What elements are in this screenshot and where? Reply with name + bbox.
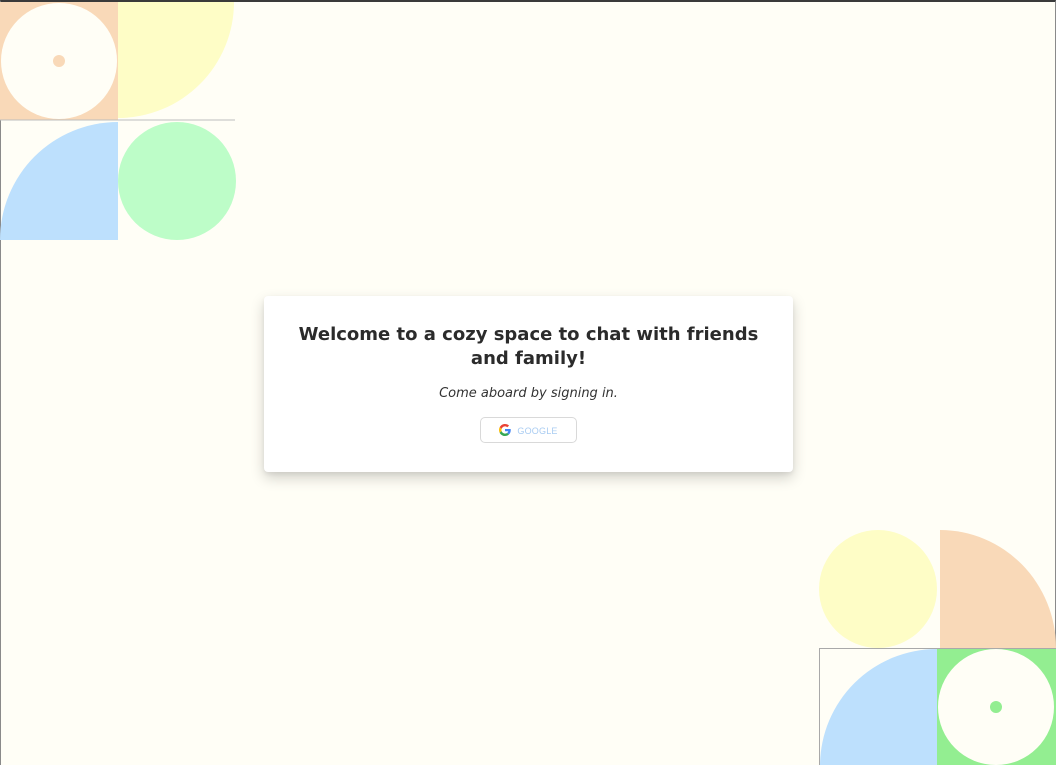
top-left-pattern <box>0 2 236 242</box>
green-dot <box>990 701 1002 713</box>
peach-dot <box>53 55 65 67</box>
welcome-title: Welcome to a cozy space to chat with fri… <box>298 324 759 369</box>
blue-quarter <box>0 122 118 240</box>
signin-card: Welcome to a cozy space to chat with fri… <box>264 296 793 472</box>
signin-subtitle: Come aboard by signing in. <box>439 386 618 401</box>
google-g-icon <box>499 424 512 436</box>
peach-quarter <box>940 530 1056 648</box>
blue-quarter <box>820 649 937 765</box>
google-button-label: GOOGLE <box>517 426 558 436</box>
yellow-quarter <box>118 2 234 118</box>
bottom-right-pattern <box>819 529 1056 765</box>
mint-circle <box>118 122 236 240</box>
google-signin-button[interactable]: GOOGLE <box>480 417 577 443</box>
yellow-circle <box>819 530 937 648</box>
